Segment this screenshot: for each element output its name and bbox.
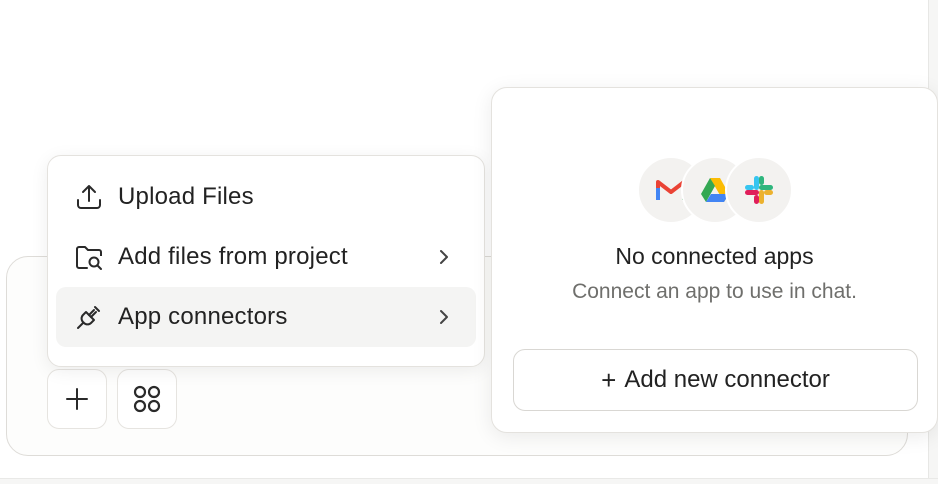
- folder-search-icon: [74, 240, 108, 274]
- menu-item-label: Add files from project: [118, 243, 348, 270]
- add-new-connector-button[interactable]: + Add new connector: [513, 349, 918, 411]
- menu-item-add-files-from-project[interactable]: Add files from project: [56, 227, 476, 287]
- empty-state-title: No connected apps: [615, 243, 814, 269]
- plug-icon: [74, 300, 108, 334]
- bottom-edge: [0, 478, 938, 484]
- connector-logos: [637, 156, 797, 224]
- add-new-connector-label: Add new connector: [624, 366, 830, 393]
- chat-page: Upload Files Add files from project App …: [0, 0, 938, 484]
- app-connectors-panel: No connected apps Connect an app to use …: [491, 87, 938, 433]
- menu-item-app-connectors[interactable]: App connectors: [56, 287, 476, 347]
- chevron-right-icon: [434, 305, 454, 334]
- chevron-right-icon: [434, 245, 454, 274]
- empty-state-subtitle: Connect an app to use in chat.: [572, 280, 857, 303]
- tools-grid-icon: [133, 385, 161, 413]
- menu-item-label: App connectors: [118, 303, 288, 330]
- tools-button[interactable]: [117, 369, 177, 429]
- menu-item-label: Upload Files: [118, 183, 254, 210]
- add-attachment-button[interactable]: [47, 369, 107, 429]
- slack-icon: [725, 156, 793, 224]
- plus-icon: +: [601, 365, 617, 395]
- menu-item-upload-files[interactable]: Upload Files: [56, 167, 476, 227]
- plus-icon: [66, 388, 88, 410]
- attach-menu: Upload Files Add files from project App …: [47, 155, 485, 367]
- upload-icon: [74, 180, 108, 214]
